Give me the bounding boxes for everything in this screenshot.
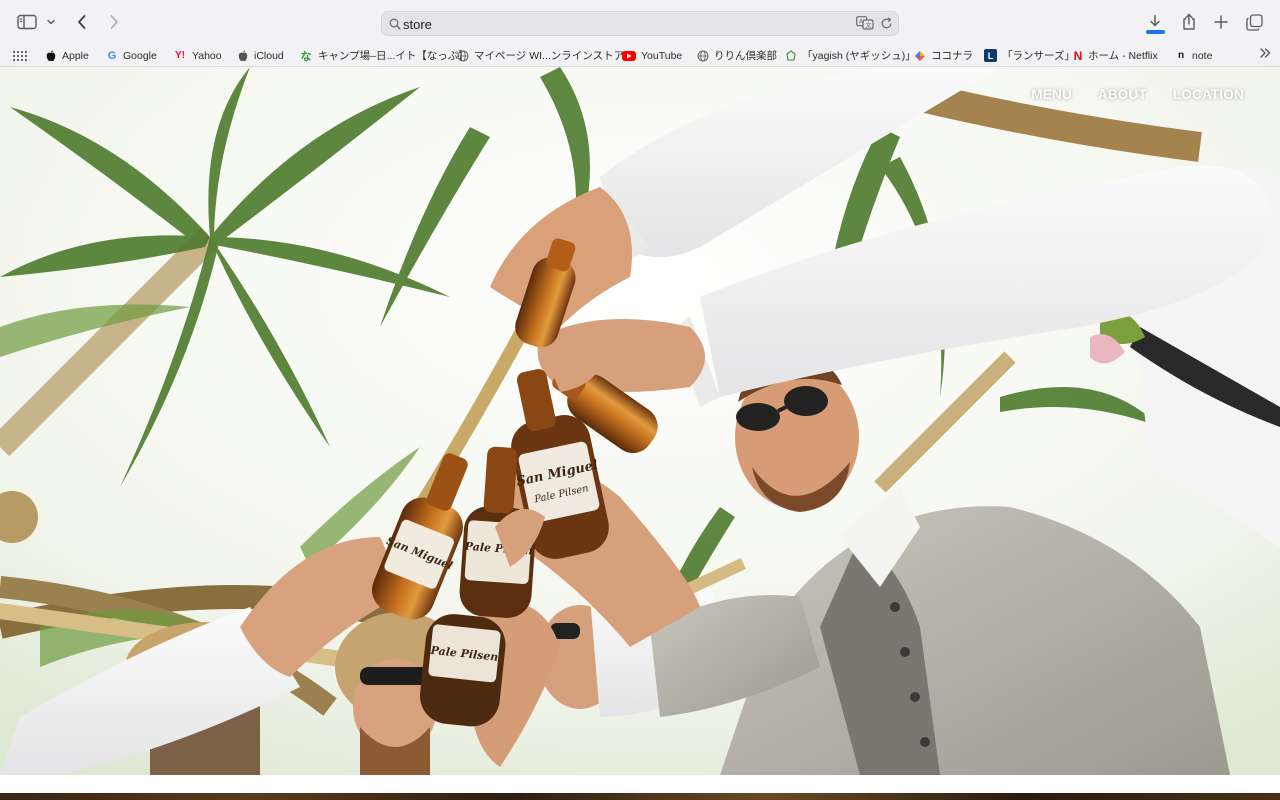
nav-menu-link[interactable]: MENU	[1031, 87, 1072, 102]
bookmark-label: iCloud	[254, 49, 284, 62]
next-section-image-edge	[0, 793, 1280, 800]
bookmarks-bar: Apple G Google Y! Yahoo iCloud な キャンプ場–日…	[0, 44, 1280, 67]
bookmark-note[interactable]: n note	[1175, 47, 1213, 64]
nav-about-link[interactable]: ABOUT	[1098, 87, 1147, 102]
section-gap	[0, 775, 1280, 793]
bookmark-label: りりん倶楽部	[714, 50, 777, 62]
globe-icon	[457, 50, 469, 62]
bookmark-label: note	[1192, 49, 1213, 62]
bookmark-label: キャンプ場–日...イト【なっぷ】	[318, 50, 469, 62]
nap-icon: な	[300, 50, 312, 63]
bookmark-icloud[interactable]: iCloud	[237, 47, 284, 64]
note-icon: n	[1177, 50, 1185, 61]
bookmark-label: 「ランサーズ」	[1002, 50, 1075, 62]
nav-location-link[interactable]: LOCATION	[1173, 87, 1244, 102]
new-tab-icon[interactable]	[1210, 9, 1232, 35]
chevrons-right-icon[interactable]	[1259, 47, 1271, 62]
bookmark-apple[interactable]: Apple	[45, 47, 89, 64]
youtube-icon	[622, 50, 636, 61]
apple-icon	[237, 49, 249, 62]
bookmark-label: YouTube	[641, 49, 683, 62]
bookmark-label: Yahoo	[192, 49, 222, 62]
yahoo-icon: Y!	[175, 50, 185, 61]
lancers-icon: L	[984, 49, 997, 62]
bookmark-mypage[interactable]: マイページ WI...ンラインストア	[457, 47, 624, 64]
coconala-icon	[914, 50, 926, 62]
translate-icon[interactable]: A文	[856, 16, 874, 35]
apps-grid-icon[interactable]	[13, 47, 27, 64]
tab-overview-icon[interactable]	[1243, 9, 1265, 35]
bookmark-label: Google	[123, 49, 157, 62]
address-bar[interactable]: store A文	[381, 11, 899, 36]
search-icon	[389, 17, 401, 35]
bookmark-label: ホーム - Netflix	[1088, 50, 1158, 62]
bookmark-label: Apple	[62, 49, 89, 62]
back-icon[interactable]	[72, 9, 92, 35]
bookmark-youtube[interactable]: YouTube	[622, 47, 682, 64]
bookmark-label: ココナラ	[931, 50, 973, 62]
bookmark-nap[interactable]: な キャンプ場–日...イト【なっぷ】	[299, 47, 469, 64]
address-text[interactable]: store	[403, 17, 432, 32]
globe-icon	[697, 50, 709, 62]
browser-toolbar: store A文	[0, 0, 1280, 44]
svg-text:文: 文	[866, 21, 872, 29]
forward-icon[interactable]	[104, 9, 124, 35]
apple-icon	[45, 49, 57, 62]
yagish-icon	[785, 49, 797, 62]
bookmark-google[interactable]: G Google	[106, 47, 157, 64]
site-nav: MENU ABOUT LOCATION	[1031, 87, 1244, 102]
sidebar-toggle-icon[interactable]	[16, 9, 38, 35]
beer-bottle: Pale Pilsen	[419, 614, 506, 727]
reload-icon[interactable]	[880, 17, 893, 35]
google-icon: G	[107, 49, 117, 62]
bookmark-netflix[interactable]: N ホーム - Netflix	[1073, 47, 1158, 64]
chevron-down-icon[interactable]	[44, 9, 58, 35]
toast-photo-illustration: San Miguel Pale Pilsen San Miguel Pale P…	[0, 67, 1280, 775]
bookmark-lancers[interactable]: L 「ランサーズ」	[984, 47, 1075, 64]
hero-image: San Miguel Pale Pilsen San Miguel Pale P…	[0, 67, 1280, 775]
download-progress-bar	[1146, 30, 1165, 34]
netflix-icon: N	[1073, 48, 1083, 63]
bookmark-yahoo[interactable]: Y! Yahoo	[173, 47, 222, 64]
bookmark-coconala[interactable]: ココナラ	[914, 47, 973, 64]
bookmark-label: 「yagish (ヤギッシュ)」	[802, 50, 916, 62]
bookmark-yagish[interactable]: 「yagish (ヤギッシュ)」	[785, 47, 916, 64]
bookmark-ririn[interactable]: りりん倶楽部	[697, 47, 777, 64]
share-icon[interactable]	[1178, 9, 1200, 35]
bookmark-label: マイページ WI...ンラインストア	[474, 50, 625, 62]
